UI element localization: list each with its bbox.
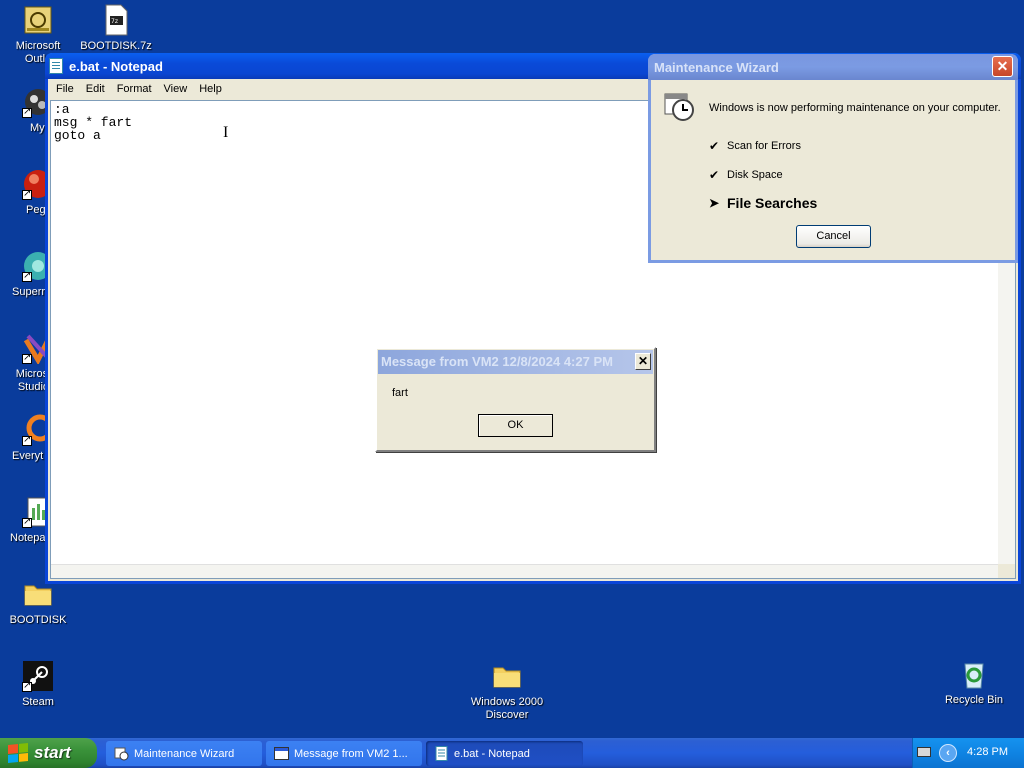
taskbar-item-maintenance-wizard[interactable]: Maintenance Wizard	[106, 741, 262, 766]
shortcut-arrow-icon	[22, 270, 32, 282]
shortcut-arrow-icon	[22, 188, 32, 200]
svg-text:7z: 7z	[111, 18, 118, 25]
recycle-bin-icon	[958, 658, 990, 690]
notepad-icon	[434, 746, 449, 761]
calendar-clock-icon	[663, 90, 695, 122]
wizard-step-label: Disk Space	[727, 169, 783, 181]
archive-file-icon: 7z	[100, 4, 132, 36]
wizard-step-scan: ✔ Scan for Errors	[709, 139, 801, 153]
desktop-icon-label: Windows 2000 Discover	[470, 696, 544, 721]
windows-logo-icon	[8, 742, 28, 764]
wizard-step-label: Scan for Errors	[727, 140, 801, 152]
desktop-icon-steam[interactable]: Steam	[0, 660, 76, 709]
maintenance-wizard-icon	[114, 746, 129, 761]
menu-view[interactable]: View	[158, 81, 194, 97]
start-label: start	[34, 743, 71, 762]
message-box[interactable]: Message from VM2 12/8/2024 4:27 PM ✕ far…	[375, 347, 656, 452]
clock[interactable]: 4:28 PM	[967, 746, 1008, 758]
folder-icon	[491, 660, 523, 692]
desktop-icon-windows-2000-discover[interactable]: Windows 2000 Discover	[468, 660, 546, 722]
scrollbar-corner	[998, 564, 1015, 578]
wizard-close-button[interactable]: ✕	[992, 56, 1013, 77]
task-label: Maintenance Wizard	[134, 747, 235, 760]
menu-help[interactable]: Help	[193, 81, 228, 97]
notepad-icon	[49, 58, 63, 74]
desktop-icon-label: Steam	[22, 696, 54, 708]
shortcut-arrow-icon	[22, 516, 32, 528]
desktop-icon-label: BOOTDISK	[9, 614, 67, 626]
desktop-icon-label: Recycle Bin	[944, 694, 1004, 706]
keyboard-icon[interactable]	[917, 747, 931, 757]
message-title-bar[interactable]: Message from VM2 12/8/2024 4:27 PM ✕	[378, 350, 653, 374]
desktop-icon-bootdisk-7z[interactable]: 7z BOOTDISK.7z	[78, 4, 154, 53]
show-hidden-icons-icon[interactable]: ‹	[939, 744, 957, 762]
wizard-title-bar[interactable]: Maintenance Wizard	[648, 54, 1018, 80]
message-text: fart	[392, 387, 408, 399]
arrow-right-icon: ➤	[709, 196, 720, 210]
taskbar-item-notepad[interactable]: e.bat - Notepad	[426, 741, 583, 766]
task-label: Message from VM2 1...	[294, 747, 408, 760]
shortcut-arrow-icon	[22, 352, 32, 364]
ok-button[interactable]: OK	[478, 414, 553, 437]
menu-file[interactable]: File	[50, 81, 80, 97]
message-close-button[interactable]: ✕	[635, 353, 651, 370]
wizard-step-files: ➤ File Searches	[709, 195, 817, 211]
message-title: Message from VM2 12/8/2024 4:27 PM	[381, 354, 613, 369]
task-label: e.bat - Notepad	[454, 747, 530, 760]
taskbar: start Maintenance Wizard Message from VM…	[0, 738, 1024, 768]
wizard-title: Maintenance Wizard	[654, 59, 779, 75]
desktop-icon-recycle-bin[interactable]: Recycle Bin	[936, 658, 1012, 707]
system-tray: ‹ 4:28 PM	[912, 738, 1024, 768]
menu-format[interactable]: Format	[111, 81, 158, 97]
shortcut-arrow-icon	[22, 680, 32, 692]
horizontal-scrollbar[interactable]	[51, 564, 998, 578]
outlook-icon	[22, 4, 54, 36]
menu-edit[interactable]: Edit	[80, 81, 111, 97]
taskbar-item-message[interactable]: Message from VM2 1...	[266, 741, 422, 766]
wizard-step-label: File Searches	[727, 195, 818, 211]
desktop-icon-label: BOOTDISK.7z	[80, 40, 152, 52]
start-button[interactable]: start	[0, 738, 97, 768]
wizard-message: Windows is now performing maintenance on…	[709, 102, 1001, 114]
text-cursor-icon: I	[223, 124, 229, 141]
window-icon	[274, 746, 289, 761]
shortcut-arrow-icon	[22, 106, 32, 118]
desktop-icon-bootdisk-folder[interactable]: BOOTDISK	[0, 578, 76, 627]
checkmark-icon: ✔	[709, 139, 720, 153]
steam-icon	[22, 660, 54, 692]
wizard-body: Windows is now performing maintenance on…	[651, 80, 1015, 260]
cancel-button[interactable]: Cancel	[796, 225, 871, 248]
checkmark-icon: ✔	[709, 168, 720, 182]
notepad-title: e.bat - Notepad	[69, 58, 163, 74]
shortcut-arrow-icon	[22, 434, 32, 446]
wizard-step-disk: ✔ Disk Space	[709, 168, 783, 182]
maintenance-wizard-window[interactable]: Maintenance Wizard ✕ Windows is now perf…	[648, 54, 1018, 263]
